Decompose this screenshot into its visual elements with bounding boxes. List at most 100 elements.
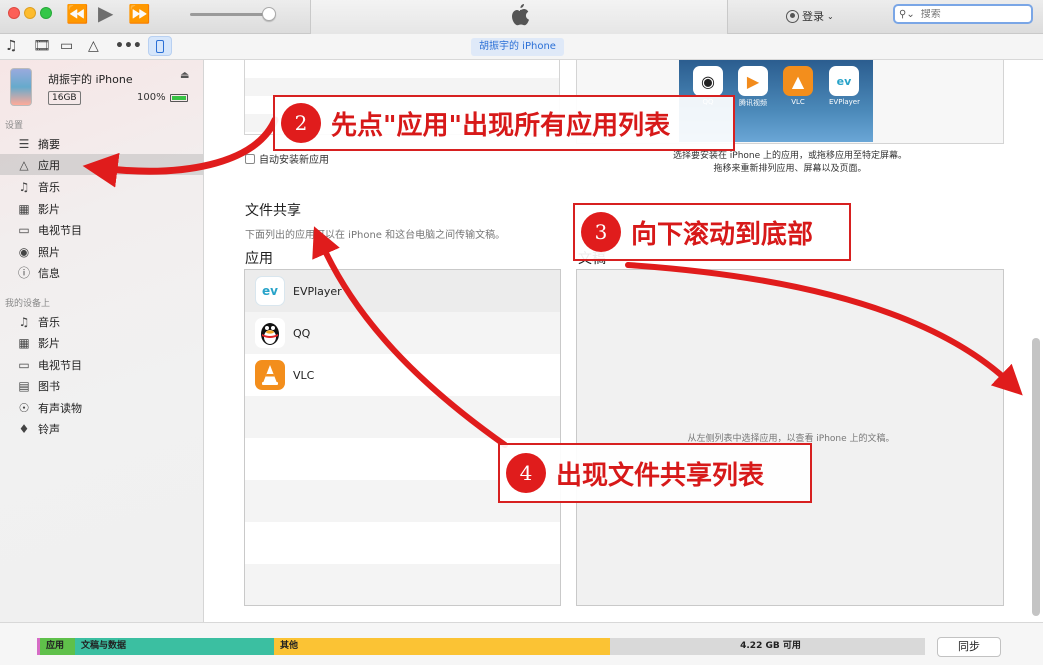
on-device-section-header: 我的设备上 — [5, 299, 51, 309]
device-name: 胡振宇的 iPhone — [48, 73, 133, 86]
volume-slider[interactable] — [190, 13, 270, 16]
sidebar-item-label: 电视节目 — [38, 223, 82, 237]
sidebar-item-label: 照片 — [38, 245, 60, 259]
title-bar: ⏪ ▶ ⏩ 登录 ⌄ ⚲⌄ — [0, 0, 1043, 34]
file-sharing-subtitle: 下面列出的应用可以在 iPhone 和这台电脑之间传输文稿。 — [245, 230, 506, 241]
battery-percent: 100% — [137, 92, 166, 103]
home-hint-line2: 拖移来重新排列应用、屏幕以及页面。 — [713, 164, 867, 174]
sidebar-item-label: 应用 — [38, 158, 60, 172]
fast-forward-icon[interactable]: ⏩ — [128, 6, 150, 24]
list-item[interactable]: QQ — [245, 312, 560, 354]
sidebar-item-label: 图书 — [38, 379, 60, 393]
iphone-icon — [156, 39, 164, 53]
play-icon[interactable]: ▶ — [98, 3, 113, 23]
annotation-number: 3 — [581, 212, 621, 252]
sidebar-item-label: 电视节目 — [38, 358, 82, 372]
sidebar-item-label: 有声读物 — [38, 401, 82, 415]
home-app-evplayer[interactable]: ev EVPlayer — [829, 66, 860, 106]
annotation-step-3: 3 向下滚动到底部 — [573, 203, 851, 261]
movies-icon: ▦ — [18, 335, 30, 350]
list-item[interactable]: ev EVPlayer — [245, 270, 560, 312]
app-store-icon[interactable]: △ — [88, 38, 99, 54]
auto-install-label: 自动安装新应用 — [259, 155, 329, 166]
annotation-number: 2 — [281, 103, 321, 143]
zoom-window-button[interactable] — [40, 7, 52, 19]
capacity-badge: 16GB — [48, 91, 81, 105]
sidebar-item-label: 铃声 — [38, 422, 60, 436]
volume-knob[interactable] — [262, 7, 276, 21]
sidebar-item-device-books[interactable]: ▤ 图书 — [0, 375, 203, 396]
home-app-vlc[interactable]: ▲ VLC — [783, 66, 813, 106]
qq-penguin-icon — [255, 318, 285, 348]
sidebar-item-movies[interactable]: ▦ 影片 — [0, 198, 203, 219]
storage-apps-segment: 应用 — [37, 638, 75, 655]
storage-docs-segment: 文稿与数据 — [75, 638, 274, 655]
home-app-label: 腾讯视频 — [739, 99, 767, 107]
qq-penguin-icon: ◉ — [693, 66, 723, 96]
sync-button[interactable]: 同步 — [937, 637, 1001, 657]
apps-column-header: 应用 — [245, 251, 273, 267]
sidebar-item-label: 音乐 — [38, 315, 60, 329]
storage-bar: 应用 文稿与数据 其他 4.22 GB 可用 — [37, 638, 925, 655]
sidebar-item-tv[interactable]: ▭ 电视节目 — [0, 219, 203, 240]
auto-install-checkbox[interactable] — [245, 153, 255, 164]
home-app-label: EVPlayer — [829, 98, 860, 106]
sidebar-item-label: 音乐 — [38, 180, 60, 194]
search-box[interactable]: ⚲⌄ — [893, 4, 1033, 24]
home-screen-hint: 选择要安装在 iPhone 上的应用，或拖移应用至特定屏幕。 拖移来重新排列应用… — [576, 150, 1004, 176]
sidebar-item-device-audiobooks[interactable]: ☉ 有声读物 — [0, 397, 203, 418]
sidebar-item-device-tv[interactable]: ▭ 电视节目 — [0, 354, 203, 375]
minimize-window-button[interactable] — [24, 7, 36, 19]
tv-icon[interactable]: ▭ — [60, 38, 73, 54]
sidebar-item-device-tones[interactable]: ♦ 铃声 — [0, 418, 203, 439]
list-item[interactable]: VLC — [245, 354, 560, 396]
vertical-scrollbar[interactable] — [1032, 338, 1040, 616]
annotation-step-2: 2 先点"应用"出现所有应用列表 — [273, 95, 735, 151]
apple-logo-icon — [512, 4, 529, 26]
home-hint-line1: 选择要安装在 iPhone 上的应用，或拖移应用至特定屏幕。 — [672, 151, 908, 161]
account-menu[interactable]: 登录 ⌄ — [786, 8, 834, 24]
documents-panel[interactable]: 从左侧列表中选择应用，以查看 iPhone 上的文稿。 — [576, 269, 1004, 606]
tv-icon: ▭ — [18, 357, 30, 372]
app-name: EVPlayer — [293, 284, 342, 298]
summary-icon: ☰ — [18, 136, 30, 151]
sidebar-item-photos[interactable]: ◉ 照片 — [0, 241, 203, 262]
storage-footer: 应用 文稿与数据 其他 4.22 GB 可用 同步 — [0, 622, 1043, 665]
sidebar-item-info[interactable]: ⓘ 信息 — [0, 262, 203, 283]
more-icon[interactable]: ••• — [115, 38, 142, 54]
sidebar-item-device-music[interactable]: ♫ 音乐 — [0, 311, 203, 332]
storage-free-segment: 4.22 GB 可用 — [610, 638, 925, 655]
sidebar-item-label: 信息 — [38, 266, 60, 280]
media-toolbar: ♫ 🎞 ▭ △ ••• 胡振宇的 iPhone — [0, 34, 1043, 60]
device-name-pill[interactable]: 胡振宇的 iPhone — [471, 38, 564, 56]
file-sharing-title: 文件共享 — [245, 203, 301, 219]
annotation-text: 出现文件共享列表 — [556, 460, 765, 491]
annotation-text: 向下滚动到底部 — [631, 219, 814, 250]
sidebar-item-device-movies[interactable]: ▦ 影片 — [0, 332, 203, 353]
book-icon: ▤ — [18, 378, 30, 393]
evplayer-icon: ev — [255, 276, 285, 306]
sidebar-item-label: 影片 — [38, 336, 60, 350]
movies-icon[interactable]: 🎞 — [33, 38, 51, 54]
search-input[interactable] — [920, 8, 1021, 20]
tencent-video-icon: ▶ — [738, 66, 768, 96]
sidebar-item-summary[interactable]: ☰ 摘要 — [0, 133, 203, 154]
music-icon[interactable]: ♫ — [5, 38, 18, 54]
file-sharing-apps-list[interactable]: ev EVPlayer QQ VLC — [244, 269, 561, 606]
annotation-text: 先点"应用"出现所有应用列表 — [331, 110, 671, 141]
close-window-button[interactable] — [8, 7, 20, 19]
device-button[interactable] — [148, 36, 172, 56]
annotation-number: 4 — [506, 453, 546, 493]
sidebar-item-music[interactable]: ♫ 音乐 — [0, 176, 203, 197]
rewind-icon[interactable]: ⏪ — [66, 6, 88, 24]
vlc-cone-icon — [255, 360, 285, 390]
home-app-tencent-video[interactable]: ▶ 腾讯视频 — [738, 66, 768, 108]
sidebar: 胡振宇的 iPhone ⏏ 16GB 100% 设置 ☰ 摘要 △ 应用 ♫ 音… — [0, 60, 204, 622]
music-icon: ♫ — [18, 314, 30, 329]
search-icon: ⚲⌄ — [899, 8, 915, 20]
auto-install-option[interactable]: 自动安装新应用 — [245, 151, 329, 166]
sidebar-item-apps[interactable]: △ 应用 — [0, 154, 203, 175]
sidebar-item-label: 影片 — [38, 202, 60, 216]
eject-icon[interactable]: ⏏ — [180, 70, 189, 81]
storage-other-segment: 其他 — [274, 638, 610, 655]
